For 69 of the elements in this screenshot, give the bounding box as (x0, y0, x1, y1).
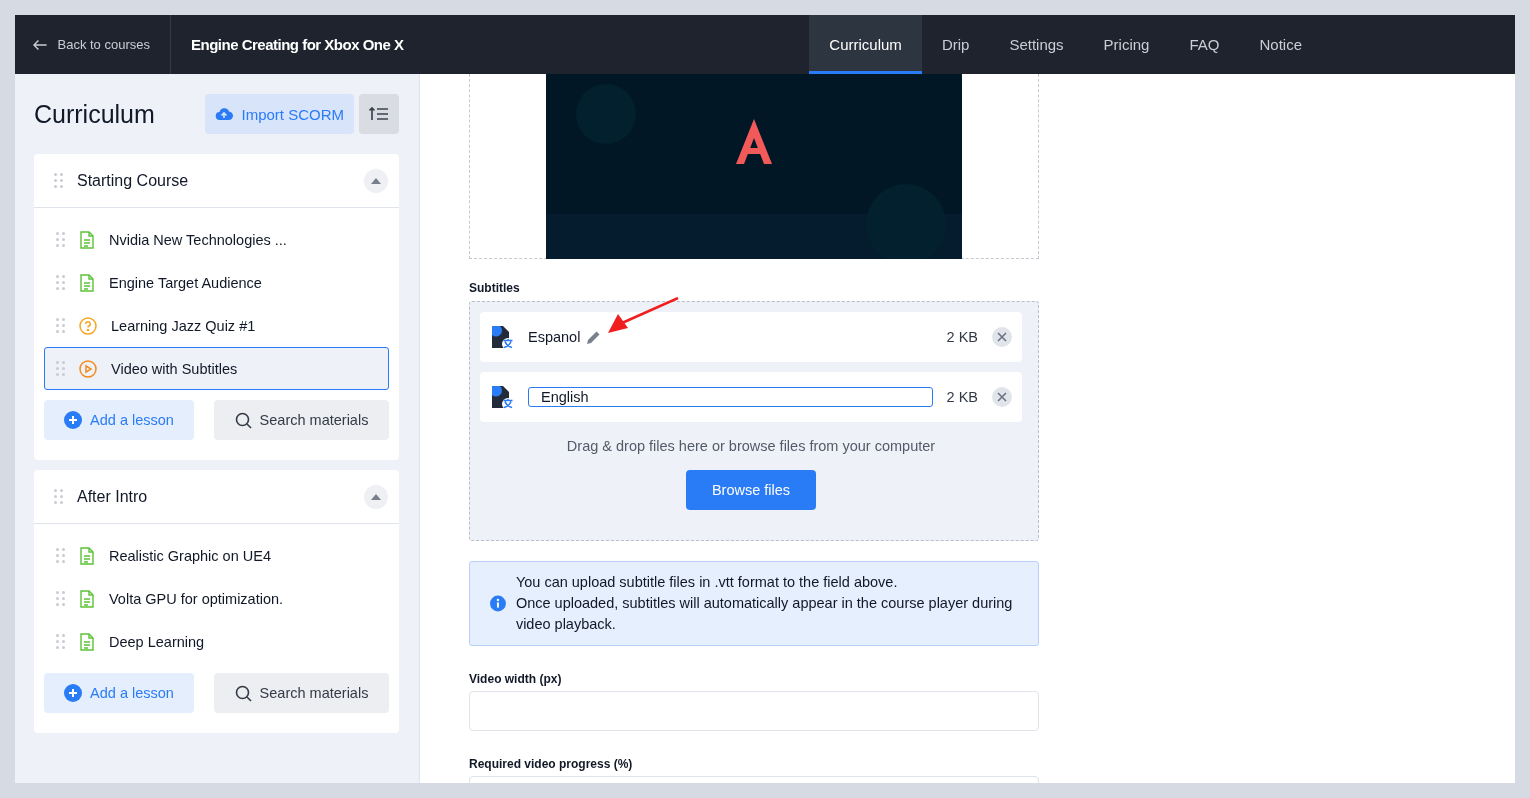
lesson-item[interactable]: Nvidia New Technologies ... (44, 218, 389, 261)
field-label: Video width (px) (469, 672, 563, 686)
field-label: Required video progress (%) (469, 757, 634, 771)
remove-button[interactable] (992, 387, 1012, 407)
drag-handle-icon[interactable] (54, 173, 63, 188)
browse-files-button[interactable]: Browse files (686, 470, 816, 510)
drag-handle-icon[interactable] (56, 548, 65, 563)
nav-tab[interactable]: Pricing (1083, 15, 1170, 74)
sort-button[interactable] (359, 94, 399, 134)
plus-icon (64, 411, 83, 429)
cloud-upload-icon (215, 107, 234, 121)
input-field[interactable] (469, 691, 1039, 731)
drag-handle-icon[interactable] (56, 318, 65, 333)
arrow-annotation (608, 297, 680, 335)
lesson-item[interactable]: Realistic Graphic on UE4 (44, 534, 389, 577)
lesson-item[interactable]: Engine Target Audience (44, 261, 389, 304)
nav-tab[interactable]: Notice (1239, 15, 1322, 74)
sort-icon (369, 107, 389, 121)
section-title: Starting Course (77, 171, 190, 190)
document-icon (79, 632, 95, 651)
lesson-item[interactable]: Learning Jazz Quiz #1 (44, 304, 389, 347)
add-lesson-button[interactable]: Add a lesson (44, 673, 194, 713)
sidebar-title: Curriculum (34, 99, 156, 129)
section-label: Subtitles (469, 281, 521, 295)
drag-handle-icon[interactable] (56, 634, 65, 649)
add-lesson-button[interactable]: Add a lesson (44, 400, 194, 440)
collapse-button[interactable] (364, 168, 388, 193)
search-icon (234, 684, 252, 702)
search-icon (234, 411, 252, 429)
arrow-left-icon (33, 38, 48, 51)
drag-handle-icon[interactable] (56, 232, 65, 247)
search-materials-button[interactable]: Search materials (214, 673, 389, 713)
document-icon (79, 546, 95, 565)
document-icon (79, 589, 95, 608)
drag-handle-icon[interactable] (56, 361, 65, 376)
caret-icon (371, 177, 381, 184)
close-icon (997, 332, 1007, 342)
collapse-button[interactable] (364, 484, 388, 509)
document-icon (79, 273, 95, 292)
course-title: Engine Creating for Xbox One X (190, 35, 405, 55)
info-text: You can upload subtitle files in .vtt format to the field above. Once uploaded, subtitles will automatically appear in the course player during video playback. (515, 573, 1014, 634)
play-icon (79, 359, 97, 378)
pencil-icon[interactable] (586, 329, 602, 345)
plus-icon (64, 684, 83, 702)
drag-handle-icon[interactable] (56, 275, 65, 290)
file-size: 2 KB (946, 329, 978, 345)
document-icon (79, 230, 95, 249)
lesson-item[interactable]: Deep Learning (44, 620, 389, 663)
question-icon (79, 316, 97, 335)
subtitle-file-icon (490, 384, 514, 410)
section-title: After Intro (77, 487, 149, 506)
caret-icon (371, 493, 381, 500)
drag-handle-icon[interactable] (56, 591, 65, 606)
drop-hint: Drag & drop files here or browse files from your computer (566, 438, 936, 454)
nav-tab[interactable]: Drip (921, 15, 990, 74)
lesson-item[interactable]: Volta GPU for optimization. (44, 577, 389, 620)
subtitle-file-icon (490, 324, 514, 350)
close-icon (997, 392, 1007, 402)
search-materials-button[interactable]: Search materials (214, 400, 389, 440)
name-input[interactable]: English (528, 387, 933, 407)
remove-button[interactable] (992, 327, 1012, 347)
nav-tab[interactable]: Settings (989, 15, 1084, 74)
nav-tab[interactable]: FAQ (1169, 15, 1240, 74)
info-icon (490, 594, 506, 613)
nav-tab[interactable]: Curriculum (809, 15, 922, 74)
drag-handle-icon[interactable] (54, 489, 63, 504)
lesson-item[interactable]: Video with Subtitles (44, 347, 389, 390)
file-name: Espanol (528, 329, 581, 345)
file-size: 2 KB (946, 389, 978, 405)
